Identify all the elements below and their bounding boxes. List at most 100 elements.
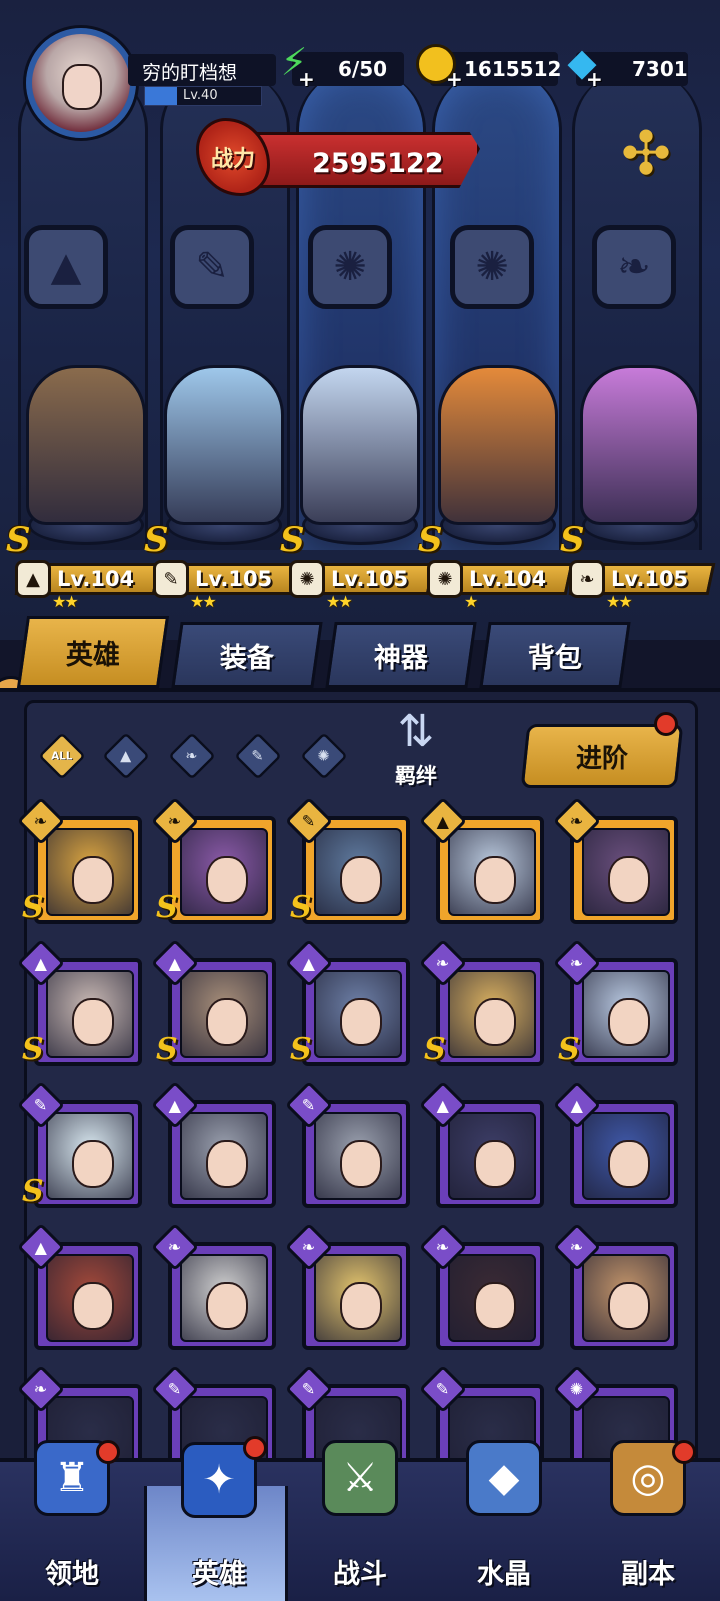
hero-face <box>474 998 516 1046</box>
hero-face <box>608 1140 650 1188</box>
lineup-hero[interactable] <box>580 365 700 525</box>
rank-s-badge: S <box>290 1032 312 1067</box>
nav-label: 领地 <box>45 1559 99 1590</box>
hero-face <box>474 1282 516 1330</box>
bond-button[interactable]: ⇅ 羁绊 <box>368 706 464 796</box>
nav-castle[interactable]: ♜ 领地 <box>0 1440 144 1601</box>
hero-portrait <box>314 1112 402 1200</box>
hero-face <box>72 1140 114 1188</box>
tab-label: 装备 <box>220 642 274 674</box>
player-level: Lv.40 <box>183 88 218 103</box>
filter-beast[interactable]: ✺ <box>300 732 348 780</box>
rank-s-badge: S <box>22 890 44 925</box>
star-rating: ★★ <box>326 592 353 611</box>
hero-portrait <box>46 970 134 1058</box>
beast-icon: ✺ <box>317 747 331 765</box>
nav-label: 英雄 <box>192 1559 246 1590</box>
add-gold-button[interactable]: + <box>446 69 464 89</box>
hero-portrait <box>180 1254 268 1342</box>
nav-crystal[interactable]: ◆ 水晶 <box>432 1440 576 1601</box>
hero-level: Lv.104 <box>57 567 135 591</box>
wrench-icon: ✎ <box>153 560 189 598</box>
add-stamina-button[interactable]: + <box>298 69 316 89</box>
rank-s-badge: S <box>558 1032 580 1067</box>
tab-equipment[interactable]: 装备 <box>171 622 323 688</box>
hero-level-plate: ✺ Lv.104 <box>426 560 574 598</box>
tab-label: 神器 <box>374 642 428 674</box>
nav-portal[interactable]: ◎ 副本 <box>576 1440 720 1601</box>
add-gem-button[interactable]: + <box>586 69 604 89</box>
notification-dot <box>243 1436 267 1460</box>
filter-wing[interactable]: ❧ <box>168 732 216 780</box>
hero-portrait <box>314 970 402 1058</box>
tab-label: 英雄 <box>66 639 120 671</box>
hero-level: Lv.105 <box>331 567 409 591</box>
hero-portrait <box>46 1254 134 1342</box>
stamina-value: 6/50 <box>338 57 388 81</box>
mage-hat-icon: ▲ <box>120 747 132 765</box>
nav-wizard-hat[interactable]: ✦ 英雄 <box>144 1436 288 1601</box>
hero-portrait <box>314 1254 402 1342</box>
hero-portrait <box>180 1112 268 1200</box>
wing-icon: ❧ <box>569 560 605 598</box>
battle-icon: ⚔ <box>322 1440 398 1516</box>
rank-s-badge: S <box>22 1174 44 1209</box>
star-rating: ★★ <box>606 592 633 611</box>
crystal-icon: ◆ <box>466 1440 542 1516</box>
filter-mage[interactable]: ▲ <box>102 732 150 780</box>
hero-face <box>474 1140 516 1188</box>
bond-label: 羁绊 <box>395 764 437 788</box>
filter-wrench[interactable]: ✎ <box>234 732 282 780</box>
hero-portrait <box>46 828 134 916</box>
hero-face <box>340 856 382 904</box>
hero-face <box>206 998 248 1046</box>
star-rating: ★★ <box>52 592 79 611</box>
bond-arrows-icon: ⇅ <box>397 706 435 757</box>
hero-portrait <box>448 1254 536 1342</box>
hero-level: Lv.104 <box>469 567 547 591</box>
nav-label: 水晶 <box>477 1559 531 1590</box>
rank-s-badge: S <box>280 520 305 560</box>
tab-label: 背包 <box>528 642 582 674</box>
power-value: 2595122 <box>312 148 444 179</box>
hero-face <box>608 1282 650 1330</box>
nav-battle[interactable]: ⚔ 战斗 <box>288 1440 432 1601</box>
hero-portrait <box>448 970 536 1058</box>
wing-icon: ❧ <box>185 747 199 765</box>
player-avatar[interactable] <box>26 28 136 138</box>
filter-all[interactable]: ALL <box>38 732 86 780</box>
hero-level: Lv.105 <box>195 567 273 591</box>
tab-artifacts[interactable]: 神器 <box>325 622 477 688</box>
hero-portrait <box>448 828 536 916</box>
hero-face <box>608 856 650 904</box>
lineup-hero[interactable] <box>26 365 146 525</box>
hero-portrait <box>180 828 268 916</box>
hero-level-plate: ✎ Lv.105 <box>152 560 300 598</box>
hero-portrait <box>582 970 670 1058</box>
beast-icon: ✺ <box>427 560 463 598</box>
tab-backpack[interactable]: 背包 <box>479 622 631 688</box>
tab-heroes[interactable]: 英雄 <box>16 616 170 688</box>
beast-icon: ✺ <box>308 225 392 309</box>
beast-icon: ✺ <box>450 225 534 309</box>
hero-portrait <box>582 1112 670 1200</box>
lineup-hero[interactable] <box>438 365 558 525</box>
filter-all-label: ALL <box>51 749 73 762</box>
rank-s-badge: S <box>560 520 585 560</box>
lineup-hero[interactable] <box>300 365 420 525</box>
rank-s-badge: S <box>22 1032 44 1067</box>
wrench-icon: ✎ <box>251 747 265 765</box>
lineup-hero[interactable] <box>164 365 284 525</box>
hero-level-plate: ▲ Lv.104 <box>14 560 162 598</box>
menu-flower-icon[interactable]: ✣ <box>608 116 684 192</box>
notification-dot <box>96 1440 120 1464</box>
beast-icon: ✺ <box>289 560 325 598</box>
rank-s-badge: S <box>6 520 31 560</box>
mage-hat-icon: ▲ <box>15 560 51 598</box>
advance-notification-dot <box>654 712 678 736</box>
hero-face <box>340 1140 382 1188</box>
hero-portrait <box>180 970 268 1058</box>
wrench-icon: ✎ <box>170 225 254 309</box>
level-progress-fill <box>145 87 178 105</box>
hero-face <box>474 856 516 904</box>
